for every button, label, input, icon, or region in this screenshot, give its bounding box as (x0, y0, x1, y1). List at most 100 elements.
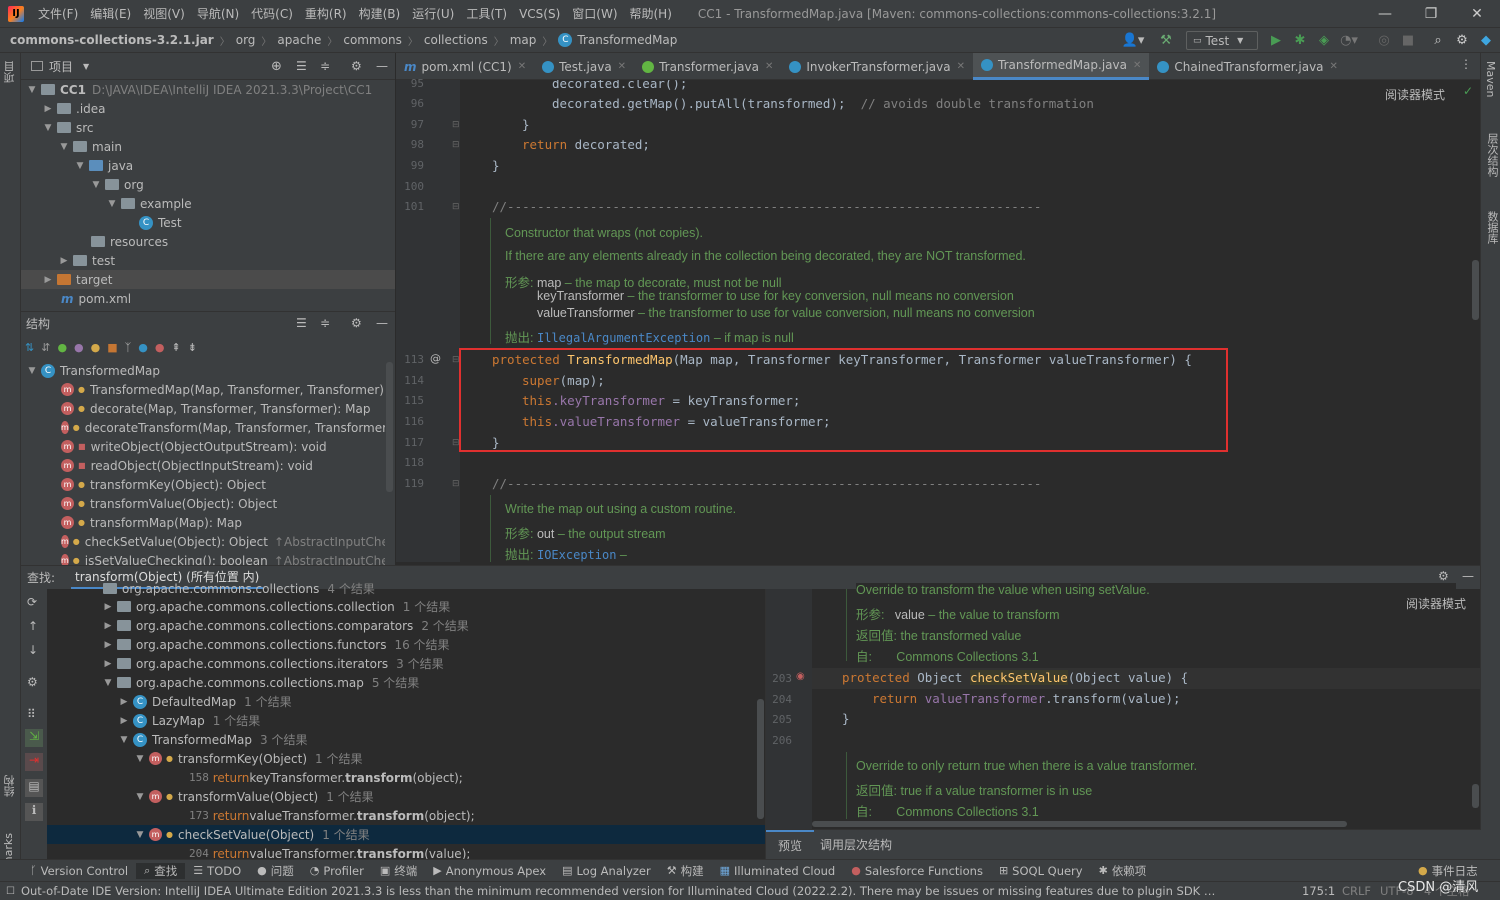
autoscroll-to-source-icon[interactable]: ⇞ (172, 341, 181, 354)
tab-chainedtransformer-java[interactable]: ChainedTransformer.java ✕ (1149, 53, 1346, 80)
hide-icon[interactable]: — (1462, 569, 1474, 583)
breadcrumb-collections[interactable]: collections (424, 33, 488, 47)
chevron-down-icon[interactable]: ▼ (75, 161, 85, 171)
menu-edit[interactable]: 编辑(E) (84, 5, 137, 22)
result-method[interactable]: ▼ m ● transformValue(Object) 1 个结果 (47, 787, 765, 806)
breadcrumb-org[interactable]: org (236, 33, 256, 47)
gear-icon[interactable]: ⚙ (27, 675, 38, 689)
gear-icon[interactable]: ⚙ (1452, 31, 1472, 50)
editor-scrollbar[interactable] (1472, 260, 1479, 320)
arrow-down-icon[interactable]: ↓ (28, 643, 38, 657)
chevron-down-icon[interactable]: ▼ (27, 366, 37, 376)
caret-position[interactable]: 175:1 (1302, 884, 1335, 898)
tree-item-pom[interactable]: m pom.xml (21, 289, 395, 308)
tool-illuminated-cloud[interactable]: ▦ Illuminated Cloud (712, 864, 844, 878)
minimize-icon[interactable]: — (1362, 0, 1408, 28)
chevron-down-icon[interactable]: ▼ (135, 754, 145, 764)
preview-icon[interactable]: ▤ (25, 779, 43, 797)
export-icon[interactable]: ⇥ (25, 753, 43, 771)
close-icon[interactable]: ✕ (618, 61, 626, 72)
find-scrollbar[interactable] (757, 699, 764, 819)
breadcrumb-class[interactable]: TransformedMap (577, 33, 677, 47)
preview-horizontal-scrollbar[interactable] (812, 821, 1347, 827)
reader-mode-toggle[interactable]: 阅读器模式 (1385, 86, 1445, 103)
override-marker-icon[interactable]: @ (430, 352, 441, 365)
result-package[interactable]: ▶ org.apache.commons.collections.functors… (47, 635, 765, 654)
tool-anonymous-apex[interactable]: ▶ Anonymous Apex (425, 864, 554, 878)
tab-pom[interactable]: m pom.xml (CC1) ✕ (396, 53, 534, 80)
chevron-down-icon[interactable]: ▼ (135, 792, 145, 802)
menu-file[interactable]: 文件(F) (32, 5, 84, 22)
tool-soql-query[interactable]: ⊞ SOQL Query (991, 864, 1091, 878)
result-package[interactable]: ▶ org.apache.commons.collections.comparat… (47, 616, 765, 635)
show-non-public-icon[interactable]: ■ (107, 341, 117, 354)
show-abstract-icon[interactable]: ● (155, 341, 165, 354)
hide-icon[interactable]: — (376, 59, 388, 73)
restore-icon[interactable]: ❐ (1408, 0, 1454, 28)
tab-transformer-java[interactable]: Transformer.java ✕ (634, 53, 781, 80)
stop-icon[interactable]: ■ (1398, 31, 1418, 50)
result-class[interactable]: ▶ C LazyMap 1 个结果 (47, 711, 765, 730)
plugin-icon[interactable]: ◆ (1476, 31, 1496, 50)
structure-member[interactable]: m ● decorateTransform(Map, Transformer, Tr… (21, 418, 385, 437)
more-tabs-icon[interactable]: ⋮ (1460, 57, 1472, 71)
tree-item-idea[interactable]: ▶ .idea (21, 99, 395, 118)
tab-test-java[interactable]: Test.java ✕ (534, 53, 634, 80)
autoscroll-from-source-icon[interactable]: ⇟ (188, 341, 197, 354)
run-config-selector[interactable]: ▭ Test ▼ (1186, 31, 1258, 50)
fold-icon[interactable]: ⊟ (452, 140, 460, 150)
tree-item-src[interactable]: ▼ src (21, 118, 395, 137)
chevron-down-icon[interactable]: ▼ (83, 62, 89, 71)
tab-invokertransformer-java[interactable]: InvokerTransformer.java ✕ (781, 53, 973, 80)
doc-link[interactable]: IOException (537, 548, 616, 562)
filter-icon[interactable]: ⇲ (25, 729, 43, 747)
result-method-selected[interactable]: ▼ m ● checkSetValue(Object) 1 个结果 (47, 825, 765, 844)
tree-item-cc1[interactable]: ▼ CC1 D:\JAVA\IDEA\IntelliJ IDEA 2021.3.3\… (21, 80, 395, 99)
collapse-all-icon[interactable]: ≑ (320, 59, 330, 73)
menu-help[interactable]: 帮助(H) (624, 5, 678, 22)
tree-item-test[interactable]: ▶ test (21, 251, 395, 270)
structure-member[interactable]: m ● TransformedMap(Map, Transformer, Trans… (21, 380, 385, 399)
gear-icon[interactable]: ⚙ (351, 59, 362, 73)
chevron-down-icon[interactable]: ▼ (119, 735, 129, 745)
profile-icon[interactable]: ◔▾ (1338, 31, 1360, 50)
breadcrumb-commons[interactable]: commons (343, 33, 402, 47)
search-icon[interactable]: ⌕ (1428, 31, 1448, 50)
chevron-right-icon[interactable]: ▶ (103, 602, 113, 612)
close-icon[interactable]: ✕ (765, 61, 773, 72)
fold-icon[interactable]: ⊟ (452, 202, 460, 212)
breadcrumb-jar[interactable]: commons-collections-3.2.1.jar (10, 33, 214, 47)
menu-navigate[interactable]: 导航(N) (191, 5, 245, 22)
structure-member[interactable]: m ● transformKey(Object): Object (21, 475, 385, 494)
menu-view[interactable]: 视图(V) (137, 5, 191, 22)
chevron-right-icon[interactable]: ▶ (103, 659, 113, 669)
hide-icon[interactable]: — (376, 316, 388, 330)
run-icon[interactable]: ▶ (1266, 31, 1286, 50)
tab-transformedmap-java[interactable]: TransformedMap.java ✕ (973, 53, 1150, 80)
result-package[interactable]: ▶ org.apache.commons.collections.collecti… (47, 597, 765, 616)
result-package[interactable]: org.apache.commons.collections 4 个结果 (47, 579, 765, 598)
fold-icon[interactable]: ⊟ (452, 479, 460, 489)
build-hammer-icon[interactable]: ⚒ (1156, 31, 1176, 50)
close-icon[interactable]: ✕ (518, 61, 526, 72)
arrow-up-icon[interactable]: ↑ (28, 619, 38, 633)
group-icon[interactable]: ⠿ (27, 707, 36, 721)
chevron-right-icon[interactable]: ▶ (103, 640, 113, 650)
tab-preview[interactable]: 预览 (766, 830, 815, 859)
result-package[interactable]: ▼ org.apache.commons.collections.map 5 个结果 (47, 673, 765, 692)
close-icon[interactable]: ✕ (1133, 60, 1141, 71)
result-method[interactable]: ▼ m ● transformKey(Object) 1 个结果 (47, 749, 765, 768)
show-fields-icon[interactable]: ● (91, 341, 101, 354)
gear-icon[interactable]: ⚙ (351, 316, 362, 330)
structure-root[interactable]: ▼ C TransformedMap (21, 361, 385, 380)
chevron-right-icon[interactable]: ▶ (43, 275, 53, 285)
menu-run[interactable]: 运行(U) (406, 5, 460, 22)
expand-all-icon[interactable]: ☰ (296, 59, 307, 73)
menu-build[interactable]: 构建(B) (353, 5, 407, 22)
close-icon[interactable]: ✕ (1330, 61, 1338, 72)
structure-member[interactable]: m ● transformMap(Map): Map (21, 513, 385, 532)
override-method-icon[interactable]: ◉ (796, 671, 805, 682)
tool-todo[interactable]: ☰ TODO (185, 864, 249, 878)
tool-version-control[interactable]: ᚴ Version Control (0, 864, 136, 878)
show-properties-icon[interactable]: ● (74, 341, 84, 354)
